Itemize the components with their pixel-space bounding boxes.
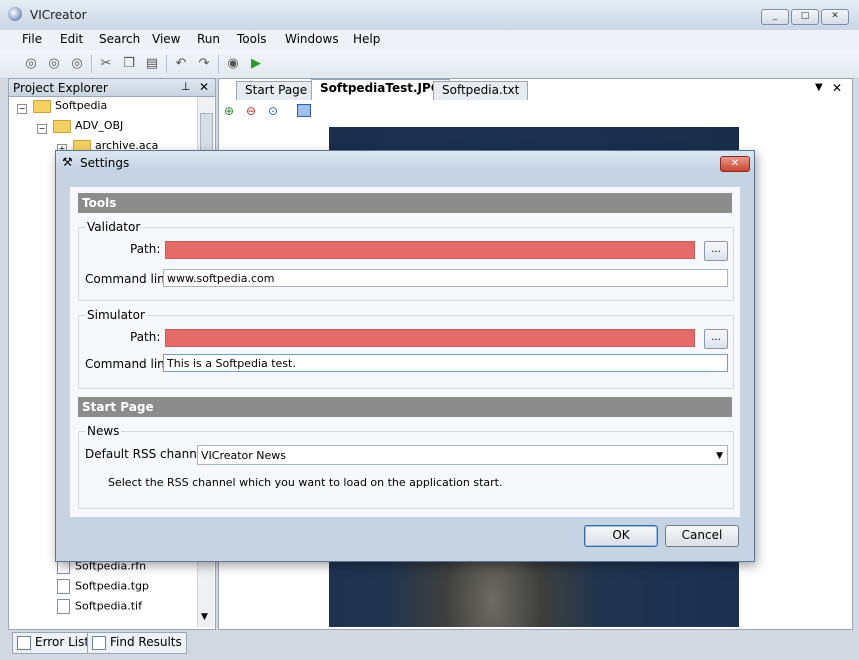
- zoom-out-icon[interactable]: ⊖: [246, 104, 256, 118]
- menu-file[interactable]: File: [22, 32, 42, 46]
- rss-channel-value: VICreator News: [201, 449, 287, 462]
- new-project-icon[interactable]: ◎: [22, 55, 40, 73]
- undo-icon[interactable]: ↶: [172, 55, 190, 73]
- scroll-down-icon[interactable]: ▼: [201, 612, 208, 622]
- collapse-icon[interactable]: −: [37, 124, 47, 134]
- menu-run[interactable]: Run: [197, 32, 220, 46]
- project-explorer-title: Project Explorer: [13, 81, 108, 95]
- file-icon: [57, 599, 70, 614]
- tree-item-label: Softpedia.tgp: [75, 579, 150, 593]
- zoom-fit-icon[interactable]: ⊙: [268, 104, 278, 118]
- tree-item-label: Softpedia.tif: [75, 599, 142, 613]
- tab-softpediatest-jpg[interactable]: SoftpediaTest.JPG: [311, 79, 450, 100]
- simulator-group-label: Simulator: [85, 308, 147, 322]
- validator-cmd-field[interactable]: www.softpedia.com: [163, 269, 728, 287]
- validator-path-field[interactable]: [165, 241, 695, 259]
- menu-search[interactable]: Search: [99, 32, 140, 46]
- run-icon[interactable]: ▶: [247, 55, 265, 73]
- validator-browse-button[interactable]: ...: [704, 241, 728, 261]
- collapse-icon[interactable]: −: [17, 104, 27, 114]
- menu-view[interactable]: View: [152, 32, 180, 46]
- cancel-button[interactable]: Cancel: [665, 525, 739, 547]
- close-project-icon[interactable]: ◎: [68, 55, 86, 73]
- toolbar-separator: [218, 55, 219, 73]
- tab-softpedia-txt[interactable]: Softpedia.txt: [433, 81, 529, 100]
- close-icon[interactable]: ✕: [199, 80, 209, 94]
- tab-find-results[interactable]: Find Results: [87, 632, 187, 654]
- find-results-icon: [92, 635, 106, 650]
- dialog-title-bar: ⚒ Settings ✕: [56, 151, 754, 173]
- ok-button[interactable]: OK: [584, 525, 658, 547]
- menu-tools[interactable]: Tools: [237, 32, 267, 46]
- close-button[interactable]: ✕: [821, 9, 849, 25]
- folder-icon: [33, 99, 51, 113]
- file-icon: [57, 579, 70, 594]
- tools-header: Tools: [78, 193, 732, 213]
- tab-error-list[interactable]: Error List: [12, 632, 95, 654]
- menu-edit[interactable]: Edit: [60, 32, 83, 46]
- dialog-body: Tools Validator Path: ... Command line: …: [70, 187, 740, 517]
- settings-tools-icon: ⚒: [62, 155, 73, 169]
- cut-icon[interactable]: ✂: [97, 55, 115, 73]
- tree-item-softpedia[interactable]: − Softpedia: [17, 99, 107, 117]
- dialog-title: Settings: [80, 156, 130, 170]
- validator-group: Validator: [78, 220, 734, 301]
- tab-start-page[interactable]: Start Page: [236, 81, 317, 100]
- rss-channel-label: Default RSS channel:: [85, 447, 212, 461]
- image-view-icon[interactable]: [297, 104, 311, 117]
- tree-item-file[interactable]: Softpedia.tgp: [57, 579, 149, 597]
- dialog-close-button[interactable]: ✕: [720, 156, 750, 172]
- menu-help[interactable]: Help: [353, 32, 380, 46]
- copy-icon[interactable]: ❐: [120, 55, 138, 73]
- simulator-cmd-field[interactable]: This is a Softpedia test.: [163, 354, 728, 372]
- tab-label: Find Results: [110, 635, 182, 649]
- simulator-browse-button[interactable]: ...: [704, 329, 728, 349]
- toolbar-separator: [91, 55, 92, 73]
- title-bar: VICreator _ □ ✕: [0, 0, 859, 31]
- maximize-button[interactable]: □: [791, 9, 819, 25]
- rss-hint-text: Select the RSS channel which you want to…: [108, 476, 503, 489]
- pin-icon[interactable]: ⊥: [181, 80, 191, 93]
- tree-item-adv-obj[interactable]: − ADV_OBJ: [37, 119, 123, 137]
- simulator-path-field[interactable]: [165, 329, 695, 347]
- toolbar: ◎ ◎ ◎ ✂ ❐ ▤ ↶ ↷ ◉ ▶: [0, 50, 859, 79]
- news-group-label: News: [85, 424, 122, 438]
- paste-icon[interactable]: ▤: [143, 55, 161, 73]
- simulator-group: Simulator: [78, 308, 734, 389]
- redo-icon[interactable]: ↷: [195, 55, 213, 73]
- tab-list-icon[interactable]: ▼: [815, 82, 823, 93]
- tab-label: Error List: [35, 635, 90, 649]
- project-explorer-header: Project Explorer ⊥ ✕: [9, 79, 215, 97]
- toolbar-separator: [166, 55, 167, 73]
- start-page-header: Start Page: [78, 397, 732, 417]
- simulator-path-label: Path:: [130, 330, 161, 344]
- news-group: News: [78, 424, 734, 509]
- close-tab-icon[interactable]: ✕: [832, 81, 842, 95]
- tree-item-file[interactable]: Softpedia.tif: [57, 599, 142, 617]
- window-title: VICreator: [30, 8, 87, 22]
- open-project-icon[interactable]: ◎: [45, 55, 63, 73]
- minimize-button[interactable]: _: [761, 9, 789, 25]
- chevron-down-icon: ▼: [716, 451, 723, 461]
- validator-group-label: Validator: [85, 220, 143, 234]
- error-list-icon: [17, 635, 31, 650]
- validate-icon[interactable]: ◉: [224, 55, 242, 73]
- app-icon: [8, 7, 22, 21]
- validator-path-label: Path:: [130, 242, 161, 256]
- zoom-in-icon[interactable]: ⊕: [224, 104, 234, 118]
- settings-dialog: ⚒ Settings ✕ Tools Validator Path: ... C…: [55, 150, 755, 562]
- menu-bar: File Edit Search View Run Tools Windows …: [0, 30, 859, 50]
- tree-item-label: ADV_OBJ: [75, 119, 124, 132]
- tree-item-label: Softpedia: [55, 99, 108, 112]
- rss-channel-select[interactable]: VICreator News ▼: [197, 445, 728, 465]
- menu-windows[interactable]: Windows: [285, 32, 339, 46]
- folder-open-icon: [53, 119, 71, 133]
